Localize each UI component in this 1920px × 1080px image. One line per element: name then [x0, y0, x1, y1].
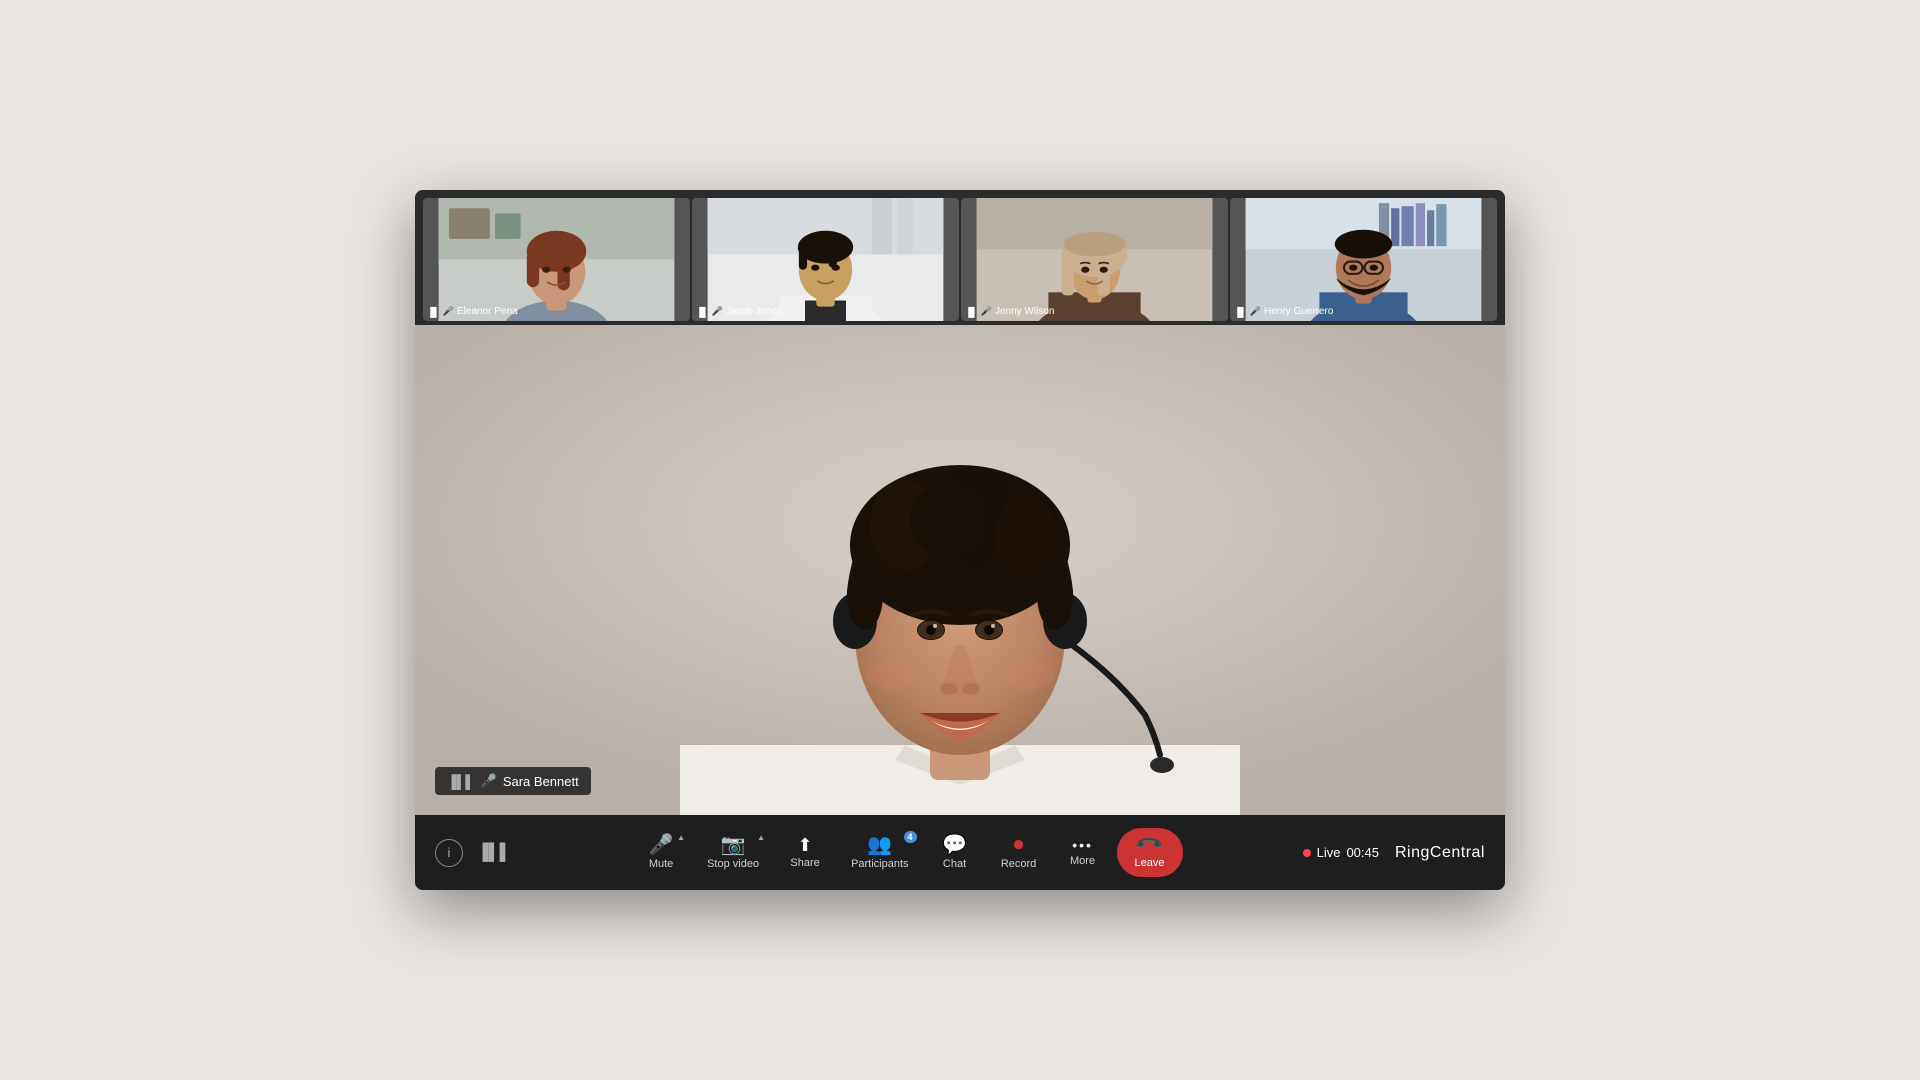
mic-icon-jenny: 🎤: [981, 306, 992, 317]
live-dot: [1303, 849, 1311, 857]
participant-eleanor-name: Eleanor Pena: [457, 306, 518, 317]
signal-icon-jacob: ▐▌: [696, 307, 709, 317]
stop-video-button[interactable]: ▲ 📷 Stop video: [695, 829, 771, 876]
participants-button[interactable]: 4 👥 Participants: [839, 829, 920, 876]
brand-name: RingCentral: [1395, 844, 1485, 861]
more-label: More: [1070, 855, 1095, 867]
participants-label: Participants: [851, 858, 908, 870]
toolbar: i ▐▌▌ ▲ 🎤 Mute ▲ 📷 Stop video ⬆: [415, 815, 1505, 890]
participant-henry-name: Henry Guerrero: [1264, 306, 1333, 317]
participant-strip: ▐▌ 🎤 Eleanor Pena: [415, 190, 1505, 325]
share-label: Share: [790, 857, 819, 869]
toolbar-right: Live 00:45 RingCentral: [1303, 844, 1485, 862]
share-button[interactable]: ⬆ Share: [775, 830, 835, 875]
mute-icon: 🎤: [649, 835, 674, 855]
participant-tile-henry[interactable]: ▐▌ 🎤 Henry Guerrero: [1230, 198, 1497, 321]
mic-icon-henry: 🎤: [1250, 306, 1261, 317]
record-label: Record: [1001, 858, 1036, 870]
live-indicator: Live 00:45: [1303, 845, 1379, 860]
more-icon: •••: [1072, 838, 1093, 852]
signal-icon-eleanor: ▐▌: [427, 307, 440, 317]
brand-logo: RingCentral: [1395, 844, 1485, 862]
camera-icon: 📷: [721, 835, 746, 855]
mute-label: Mute: [649, 858, 673, 870]
leave-icon: 📞: [1135, 831, 1164, 860]
mute-chevron: ▲: [677, 833, 685, 842]
stop-video-label: Stop video: [707, 858, 759, 870]
participant-tile-eleanor[interactable]: ▐▌ 🎤 Eleanor Pena: [423, 198, 690, 321]
chat-label: Chat: [943, 858, 966, 870]
info-button[interactable]: i: [435, 839, 463, 867]
live-label: Live: [1317, 845, 1341, 860]
app-window: ▐▌ 🎤 Eleanor Pena: [415, 190, 1505, 890]
stop-video-chevron: ▲: [757, 833, 765, 842]
toolbar-left: i ▐▌▌: [435, 839, 511, 867]
participant-jenny-label: ▐▌ 🎤 Jenny Wilson: [965, 306, 1054, 317]
speaker-mic-icon: 🎤: [481, 773, 497, 789]
live-timer: 00:45: [1346, 845, 1379, 860]
more-button[interactable]: ••• More: [1053, 832, 1113, 873]
speaker-name: Sara Bennett: [503, 774, 579, 789]
signal-icon-jenny: ▐▌: [965, 307, 978, 317]
info-icon: i: [448, 845, 451, 860]
main-video-area: ▐▌▌ 🎤 Sara Bennett: [415, 325, 1505, 815]
participants-badge: 4: [904, 831, 917, 843]
mic-icon-eleanor: 🎤: [443, 306, 454, 317]
mute-button[interactable]: ▲ 🎤 Mute: [631, 829, 691, 876]
mic-icon-jacob: 🎤: [712, 306, 723, 317]
chat-button[interactable]: 💬 Chat: [925, 829, 985, 876]
participants-icon: 👥: [867, 835, 892, 855]
record-button[interactable]: ⏺ Record: [989, 829, 1049, 876]
speaker-signal-icon: ▐▌▌: [447, 774, 475, 789]
participant-jacob-label: ▐▌ 🎤 Jacob Jones: [696, 306, 782, 317]
participant-tile-jacob[interactable]: ▐▌ 🎤 Jacob Jones: [692, 198, 959, 321]
share-icon: ⬆: [798, 836, 813, 854]
signal-icon-henry: ▐▌: [1234, 307, 1247, 317]
speaker-name-tag: ▐▌▌ 🎤 Sara Bennett: [435, 767, 591, 795]
participant-henry-label: ▐▌ 🎤 Henry Guerrero: [1234, 306, 1333, 317]
signal-quality-button[interactable]: ▐▌▌: [477, 844, 511, 862]
record-icon: ⏺: [1014, 835, 1024, 855]
toolbar-center: ▲ 🎤 Mute ▲ 📷 Stop video ⬆ Share 4 👥 Part…: [631, 828, 1182, 877]
leave-button[interactable]: 📞 Leave: [1117, 828, 1183, 877]
chat-icon: 💬: [942, 835, 967, 855]
participant-jacob-name: Jacob Jones: [726, 306, 782, 317]
signal-bars-icon: ▐▌▌: [477, 844, 511, 861]
participant-tile-jenny[interactable]: ▐▌ 🎤 Jenny Wilson: [961, 198, 1228, 321]
participant-eleanor-label: ▐▌ 🎤 Eleanor Pena: [427, 306, 518, 317]
participant-jenny-name: Jenny Wilson: [995, 306, 1054, 317]
